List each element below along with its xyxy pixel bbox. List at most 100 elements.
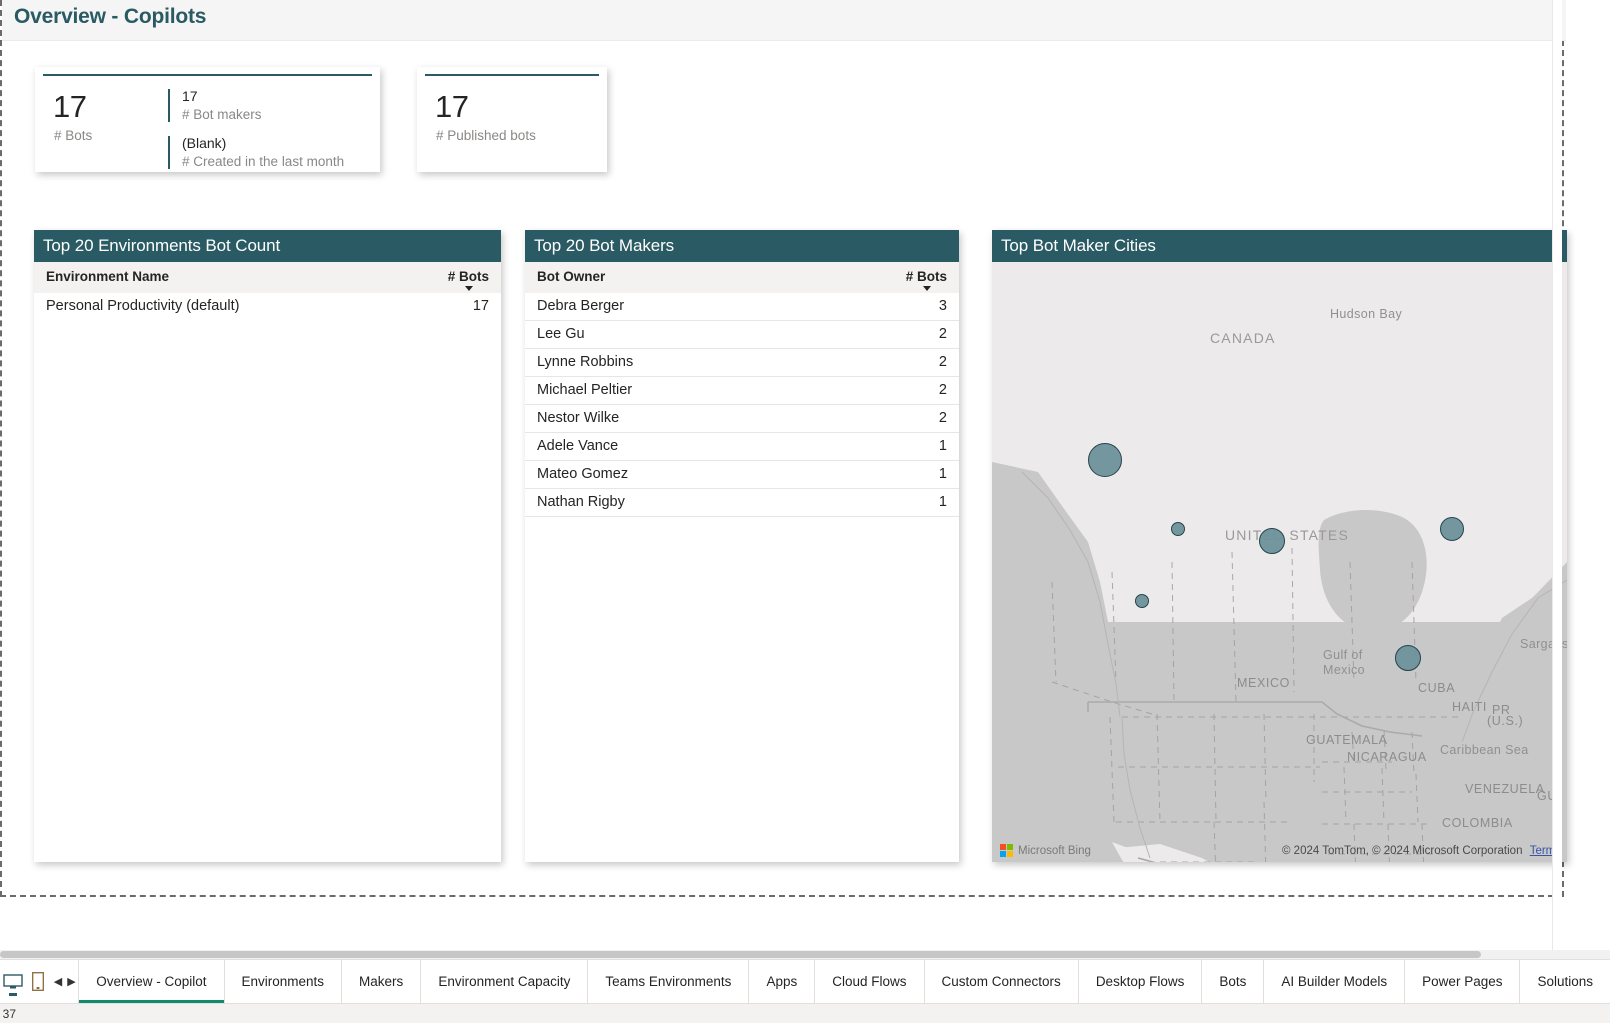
page-horizontal-scroll-thumb[interactable] bbox=[0, 951, 1481, 958]
bot-makers-kpi-label: # Bot makers bbox=[182, 107, 262, 122]
created-last-month-kpi-label: # Created in the last month bbox=[182, 154, 345, 169]
bot-makers-panel-body: Bot Owner # Bots Debra Berger 3 Lee Gu 2 Lyn… bbox=[525, 262, 959, 517]
tab-label: Desktop Flows bbox=[1095, 974, 1185, 989]
status-text: f 37 bbox=[0, 1006, 17, 1021]
tab-power-pages[interactable]: Power Pages bbox=[1404, 960, 1519, 1003]
cell-bot-owner: Adele Vance bbox=[525, 432, 877, 461]
bot-makers-panel-title: Top 20 Bot Makers bbox=[525, 230, 959, 262]
bots-kpi-card[interactable]: 17 # Bots 17 # Bot makers (Blank) # Crea… bbox=[35, 67, 380, 172]
status-bar: f 37 bbox=[0, 1003, 1610, 1023]
tab-cloud-flows[interactable]: Cloud Flows bbox=[814, 960, 923, 1003]
cell-bots: 1 bbox=[877, 460, 959, 489]
cell-bot-owner: Nestor Wilke bbox=[525, 404, 877, 433]
tab-teams-environments[interactable]: Teams Environments bbox=[587, 960, 748, 1003]
tab-ai-builder-models[interactable]: AI Builder Models bbox=[1263, 960, 1404, 1003]
bot-makers-table-body: Debra Berger 3 Lee Gu 2 Lynne Robbins 2 Michae… bbox=[525, 293, 959, 517]
environments-panel-body: Environment Name # Bots Personal Product… bbox=[34, 262, 501, 320]
created-last-month-kpi-value: (Blank) bbox=[182, 135, 227, 151]
tab-label: Solutions bbox=[1537, 974, 1594, 989]
table-header-row: Environment Name # Bots bbox=[34, 262, 501, 293]
map-bubble-denver[interactable] bbox=[1171, 522, 1185, 536]
tab-label: Overview - Copilot bbox=[96, 974, 207, 989]
microsoft-logo-icon bbox=[1000, 844, 1013, 857]
table-row[interactable]: Personal Productivity (default) 17 bbox=[34, 293, 501, 320]
cell-bots: 3 bbox=[877, 293, 959, 321]
mobile-view-icon[interactable] bbox=[26, 960, 52, 1003]
map-canvas[interactable]: CANADA Hudson Bay UNITED STATES Gulf of Mexi… bbox=[992, 262, 1567, 862]
cell-bot-owner: Debra Berger bbox=[525, 293, 877, 321]
map-bubble-new-york[interactable] bbox=[1440, 517, 1464, 541]
tab-custom-connectors[interactable]: Custom Connectors bbox=[923, 960, 1078, 1003]
cell-bots: 17 bbox=[472, 298, 489, 314]
column-header-environment-name[interactable]: Environment Name bbox=[34, 262, 419, 293]
table-row[interactable]: Nathan Rigby 1 bbox=[525, 488, 959, 517]
environments-bot-count-panel: Top 20 Environments Bot Count Environmen… bbox=[34, 230, 501, 862]
map-bubble-seattle-portland[interactable] bbox=[1088, 443, 1122, 477]
cell-bots: 2 bbox=[877, 320, 959, 349]
tab-list: Overview - Copilot Environments Makers Envi… bbox=[78, 960, 1610, 1003]
bing-attribution: Microsoft Bing bbox=[1000, 844, 1091, 857]
sort-descending-icon bbox=[465, 286, 473, 291]
cell-bot-owner: Michael Peltier bbox=[525, 376, 877, 405]
tab-environments[interactable]: Environments bbox=[223, 960, 342, 1003]
map-panel-title: Top Bot Maker Cities bbox=[992, 230, 1567, 262]
environments-table[interactable]: Environment Name # Bots Personal Product… bbox=[34, 262, 501, 320]
canvas-header-strip bbox=[2, 0, 1566, 41]
tab-overview-copilot[interactable]: Overview - Copilot bbox=[78, 960, 224, 1003]
column-header-bots-label: # Bots bbox=[447, 269, 489, 284]
page-tab-bar: ◀ ▶ Overview - Copilot Environments Makers… bbox=[0, 959, 1610, 1003]
tab-label: Apps bbox=[766, 974, 798, 989]
published-bots-kpi-card[interactable]: 17 # Published bots bbox=[417, 67, 607, 172]
table-row[interactable]: Nestor Wilke 2 bbox=[525, 404, 959, 433]
bots-kpi-label: # Bots bbox=[54, 128, 93, 143]
bot-makers-table[interactable]: Bot Owner # Bots Debra Berger 3 Lee Gu 2 Lyn… bbox=[525, 262, 959, 517]
tab-bots[interactable]: Bots bbox=[1201, 960, 1263, 1003]
table-row[interactable]: Debra Berger 3 bbox=[525, 293, 959, 321]
previous-page-button[interactable]: ◀ bbox=[51, 960, 64, 1003]
table-row[interactable]: Mateo Gomez 1 bbox=[525, 460, 959, 489]
column-header-bots[interactable]: # Bots bbox=[419, 262, 501, 293]
page-title: Overview - Copilots bbox=[14, 5, 207, 28]
cell-bots: 2 bbox=[877, 348, 959, 377]
map-copyright: © 2024 TomTom, © 2024 Microsoft Corporat… bbox=[1282, 845, 1561, 857]
cell-bot-owner: Nathan Rigby bbox=[525, 488, 877, 517]
map-bubble-san-diego[interactable] bbox=[1135, 594, 1149, 608]
table-row[interactable]: Adele Vance 1 bbox=[525, 432, 959, 461]
tab-apps[interactable]: Apps bbox=[748, 960, 814, 1003]
bot-makers-kpi-value: 17 bbox=[182, 88, 198, 104]
tab-label: Custom Connectors bbox=[941, 974, 1061, 989]
phone-icon bbox=[32, 972, 45, 991]
tab-label: Cloud Flows bbox=[832, 974, 907, 989]
tab-label: Environments bbox=[241, 974, 325, 989]
desktop-monitor-icon bbox=[3, 973, 23, 988]
cell-bots: 2 bbox=[877, 376, 959, 405]
cell-bots: 1 bbox=[877, 432, 959, 461]
map-panel-body[interactable]: CANADA Hudson Bay UNITED STATES Gulf of Mexi… bbox=[992, 262, 1567, 862]
desktop-view-icon[interactable] bbox=[0, 960, 26, 1003]
tab-label: Environment Capacity bbox=[438, 974, 571, 989]
tab-solutions[interactable]: Solutions bbox=[1519, 960, 1610, 1003]
bots-kpi-value: 17 bbox=[53, 89, 87, 124]
table-row[interactable]: Lynne Robbins 2 bbox=[525, 348, 959, 377]
tab-label: Teams Environments bbox=[605, 974, 732, 989]
kpi-accent-bar bbox=[425, 74, 599, 76]
column-header-bot-owner[interactable]: Bot Owner bbox=[525, 262, 877, 293]
kpi-accent-bar bbox=[43, 74, 372, 76]
published-bots-kpi-label: # Published bots bbox=[436, 128, 536, 143]
map-bubble-kansas-city[interactable] bbox=[1259, 528, 1285, 554]
report-vertical-scrollbar[interactable] bbox=[1552, 0, 1562, 950]
tab-makers[interactable]: Makers bbox=[341, 960, 420, 1003]
table-row[interactable]: Michael Peltier 2 bbox=[525, 376, 959, 405]
sort-descending-icon bbox=[923, 286, 931, 291]
next-page-button[interactable]: ▶ bbox=[65, 960, 78, 1003]
column-header-bots-label: # Bots bbox=[905, 269, 947, 284]
report-canvas: Overview - Copilots 17 # Bots 17 # Bot m… bbox=[0, 0, 1567, 950]
map-landmass-shapes bbox=[992, 262, 1567, 862]
table-row[interactable]: Lee Gu 2 bbox=[525, 320, 959, 349]
column-header-bots[interactable]: # Bots bbox=[877, 262, 959, 293]
bot-maker-cities-panel: Top Bot Maker Cities CANADA Hudson Bay U… bbox=[992, 230, 1567, 862]
tab-desktop-flows[interactable]: Desktop Flows bbox=[1077, 960, 1202, 1003]
tab-environment-capacity[interactable]: Environment Capacity bbox=[420, 960, 587, 1003]
map-bubble-miami[interactable] bbox=[1395, 645, 1421, 671]
environments-panel-title: Top 20 Environments Bot Count bbox=[34, 230, 501, 262]
